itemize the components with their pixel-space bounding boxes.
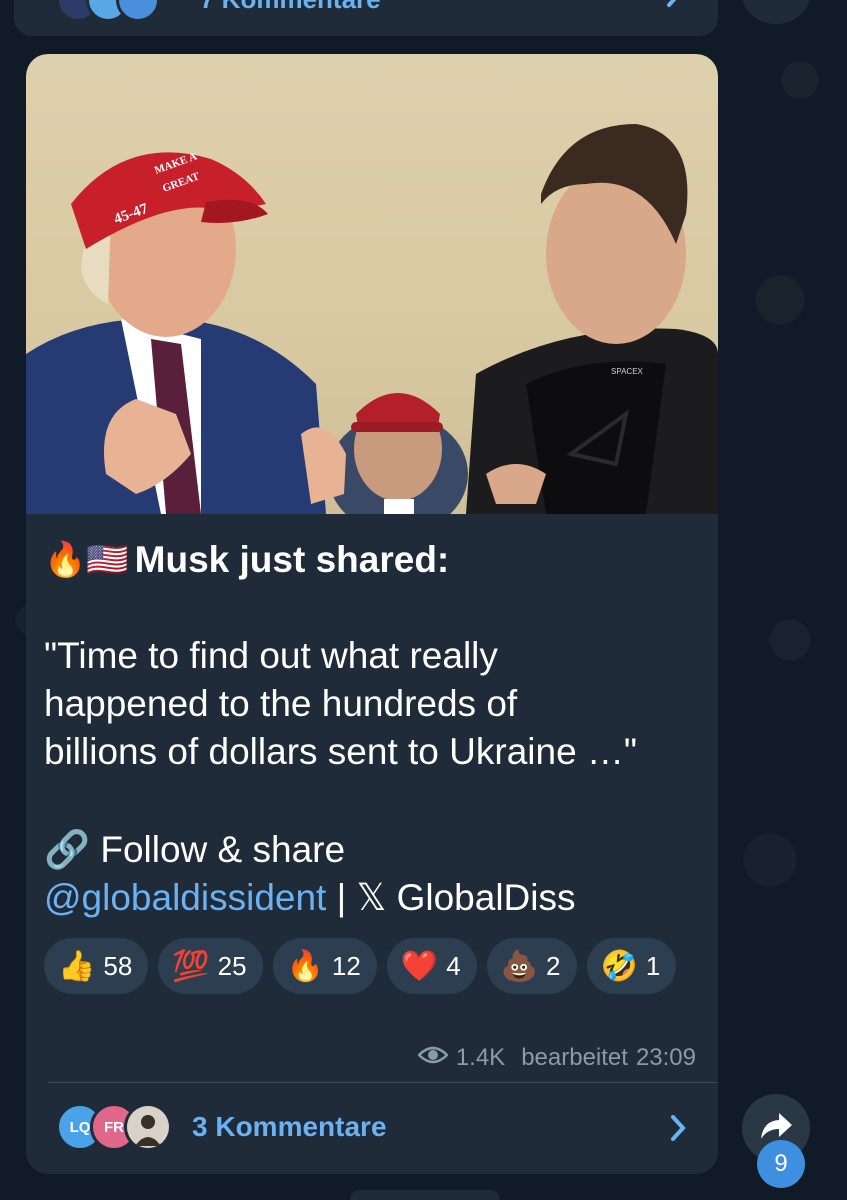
comment-avatars: LQ FR xyxy=(56,1103,172,1151)
follow-text: Follow & share xyxy=(100,829,346,870)
thumbs-up-icon: 👍 xyxy=(58,949,96,983)
message-meta: 1.4K bearbeitet 23:09 xyxy=(417,1044,696,1072)
avatar xyxy=(124,1103,172,1151)
reaction-fire[interactable]: 🔥 12 xyxy=(272,938,377,994)
x-handle: 𝕏 GlobalDiss xyxy=(356,877,576,918)
post-quote: "Time to find out what really happened t… xyxy=(44,632,704,776)
chevron-right-icon[interactable] xyxy=(664,0,684,13)
chevron-right-icon[interactable] xyxy=(668,1114,688,1147)
quote-line: "Time to find out what really xyxy=(44,635,498,676)
heart-icon: ❤️ xyxy=(400,949,439,983)
reaction-count: 1 xyxy=(645,950,661,981)
reaction-heart[interactable]: ❤️ 4 xyxy=(386,938,477,994)
fire-flag-emoji: 🔥🇺🇸 xyxy=(44,541,129,579)
reaction-count: 12 xyxy=(331,950,361,981)
post-title-text: Musk just shared: xyxy=(134,539,450,580)
bottom-indicator xyxy=(350,1190,500,1200)
reaction-bar: 👍 58 💯 25 🔥 12 ❤️ 4 💩 2 🤣 1 xyxy=(44,938,684,994)
channel-handle-link[interactable]: @globaldissident xyxy=(44,877,326,918)
edited-label: bearbeitet xyxy=(521,1044,628,1071)
message-bubble: 45-47 MAKE A GREAT SPACEX 🔥🇺🇸 Musk just … xyxy=(26,54,718,1174)
quote-line: billions of dollars sent to Ukraine …" xyxy=(44,731,638,772)
view-count: 1.4K xyxy=(455,1044,506,1071)
reaction-poop[interactable]: 💩 2 xyxy=(486,938,577,994)
message-photo[interactable]: 45-47 MAKE A GREAT SPACEX xyxy=(26,54,718,514)
link-emoji: 🔗 xyxy=(44,829,91,870)
reaction-count: 4 xyxy=(446,950,461,981)
divider xyxy=(48,1082,718,1083)
reaction-count: 2 xyxy=(546,950,561,981)
post-title: 🔥🇺🇸 Musk just shared: xyxy=(44,536,704,584)
reaction-count: 25 xyxy=(217,950,247,981)
previous-comments-label[interactable]: 7 Kommentare xyxy=(200,0,381,15)
fire-icon: 🔥 xyxy=(286,949,324,983)
previous-comment-avatars xyxy=(56,0,160,22)
quote-line: happened to the hundreds of xyxy=(44,683,518,724)
reaction-rofl[interactable]: 🤣 1 xyxy=(586,938,677,994)
rofl-icon: 🤣 xyxy=(600,949,638,983)
hundred-points-icon: 💯 xyxy=(172,949,210,983)
reaction-count: 58 xyxy=(103,950,133,981)
share-count-badge: 9 xyxy=(757,1140,805,1188)
eye-icon xyxy=(417,1044,449,1072)
post-follow: 🔗 Follow & share @globaldissident | 𝕏 Gl… xyxy=(44,826,704,922)
comments-row[interactable]: LQ FR 3 Kommentare xyxy=(26,1094,718,1160)
reaction-hundred[interactable]: 💯 25 xyxy=(158,938,263,994)
message-time: 23:09 xyxy=(635,1044,696,1071)
comments-label[interactable]: 3 Kommentare xyxy=(192,1111,387,1143)
reaction-thumbs-up[interactable]: 👍 58 xyxy=(44,938,149,994)
shirt-text: SPACEX xyxy=(611,367,644,376)
poop-icon: 💩 xyxy=(500,949,539,983)
separator: | xyxy=(326,877,357,918)
